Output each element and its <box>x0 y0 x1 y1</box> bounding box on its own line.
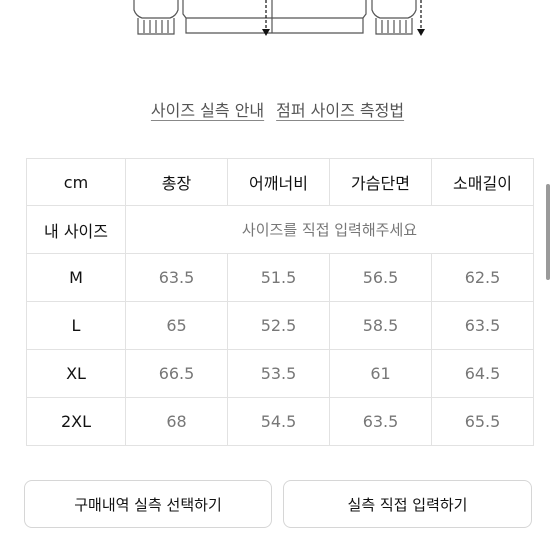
table-header-row: cm 총장 어깨너비 가슴단면 소매길이 <box>26 158 534 206</box>
table-row: M 63.5 51.5 56.5 62.5 <box>26 253 534 302</box>
direct-input-button[interactable]: 실측 직접 입력하기 <box>283 480 532 528</box>
direct-input-label: 실측 직접 입력하기 <box>347 495 468 514</box>
jumper-measure-link[interactable]: 점퍼 사이즈 측정법 <box>276 97 404 121</box>
scrollbar-thumb[interactable] <box>546 184 550 280</box>
size-table: cm 총장 어깨너비 가슴단면 소매길이 내 사이즈 사이즈를 직접 입력해주세… <box>26 158 534 446</box>
select-purchase-history-button[interactable]: 구매내역 실측 선택하기 <box>24 480 272 528</box>
jacket-measure-illustration <box>133 0 425 36</box>
header-unit: cm <box>26 158 126 206</box>
table-cell: 58.5 <box>329 301 432 350</box>
size-guide-link[interactable]: 사이즈 실측 안내 <box>151 97 264 121</box>
table-cell: 65 <box>125 301 228 350</box>
size-label: L <box>26 301 126 350</box>
table-cell: 52.5 <box>227 301 330 350</box>
table-cell: 62.5 <box>431 253 534 302</box>
table-row: XL 66.5 53.5 61 64.5 <box>26 349 534 398</box>
table-cell: 63.5 <box>125 253 228 302</box>
table-cell: 64.5 <box>431 349 534 398</box>
table-cell: 61 <box>329 349 432 398</box>
my-size-input-hint[interactable]: 사이즈를 직접 입력해주세요 <box>125 205 534 254</box>
table-cell: 66.5 <box>125 349 228 398</box>
header-total-length: 총장 <box>125 158 228 206</box>
header-sleeve-length: 소매길이 <box>431 158 534 206</box>
table-cell: 51.5 <box>227 253 330 302</box>
my-size-row: 내 사이즈 사이즈를 직접 입력해주세요 <box>26 205 534 254</box>
table-cell: 54.5 <box>227 397 330 446</box>
my-size-label: 내 사이즈 <box>26 205 126 254</box>
table-row: L 65 52.5 58.5 63.5 <box>26 301 534 350</box>
size-label: XL <box>26 349 126 398</box>
size-guide-links: 사이즈 실측 안내 점퍼 사이즈 측정법 <box>0 97 555 121</box>
size-label: M <box>26 253 126 302</box>
table-cell: 63.5 <box>329 397 432 446</box>
table-cell: 63.5 <box>431 301 534 350</box>
header-chest-width: 가슴단면 <box>329 158 432 206</box>
header-shoulder-width: 어깨너비 <box>227 158 330 206</box>
table-row: 2XL 68 54.5 63.5 65.5 <box>26 397 534 446</box>
table-cell: 56.5 <box>329 253 432 302</box>
table-cell: 65.5 <box>431 397 534 446</box>
size-label: 2XL <box>26 397 126 446</box>
table-cell: 68 <box>125 397 228 446</box>
table-cell: 53.5 <box>227 349 330 398</box>
select-purchase-history-label: 구매내역 실측 선택하기 <box>74 495 222 514</box>
